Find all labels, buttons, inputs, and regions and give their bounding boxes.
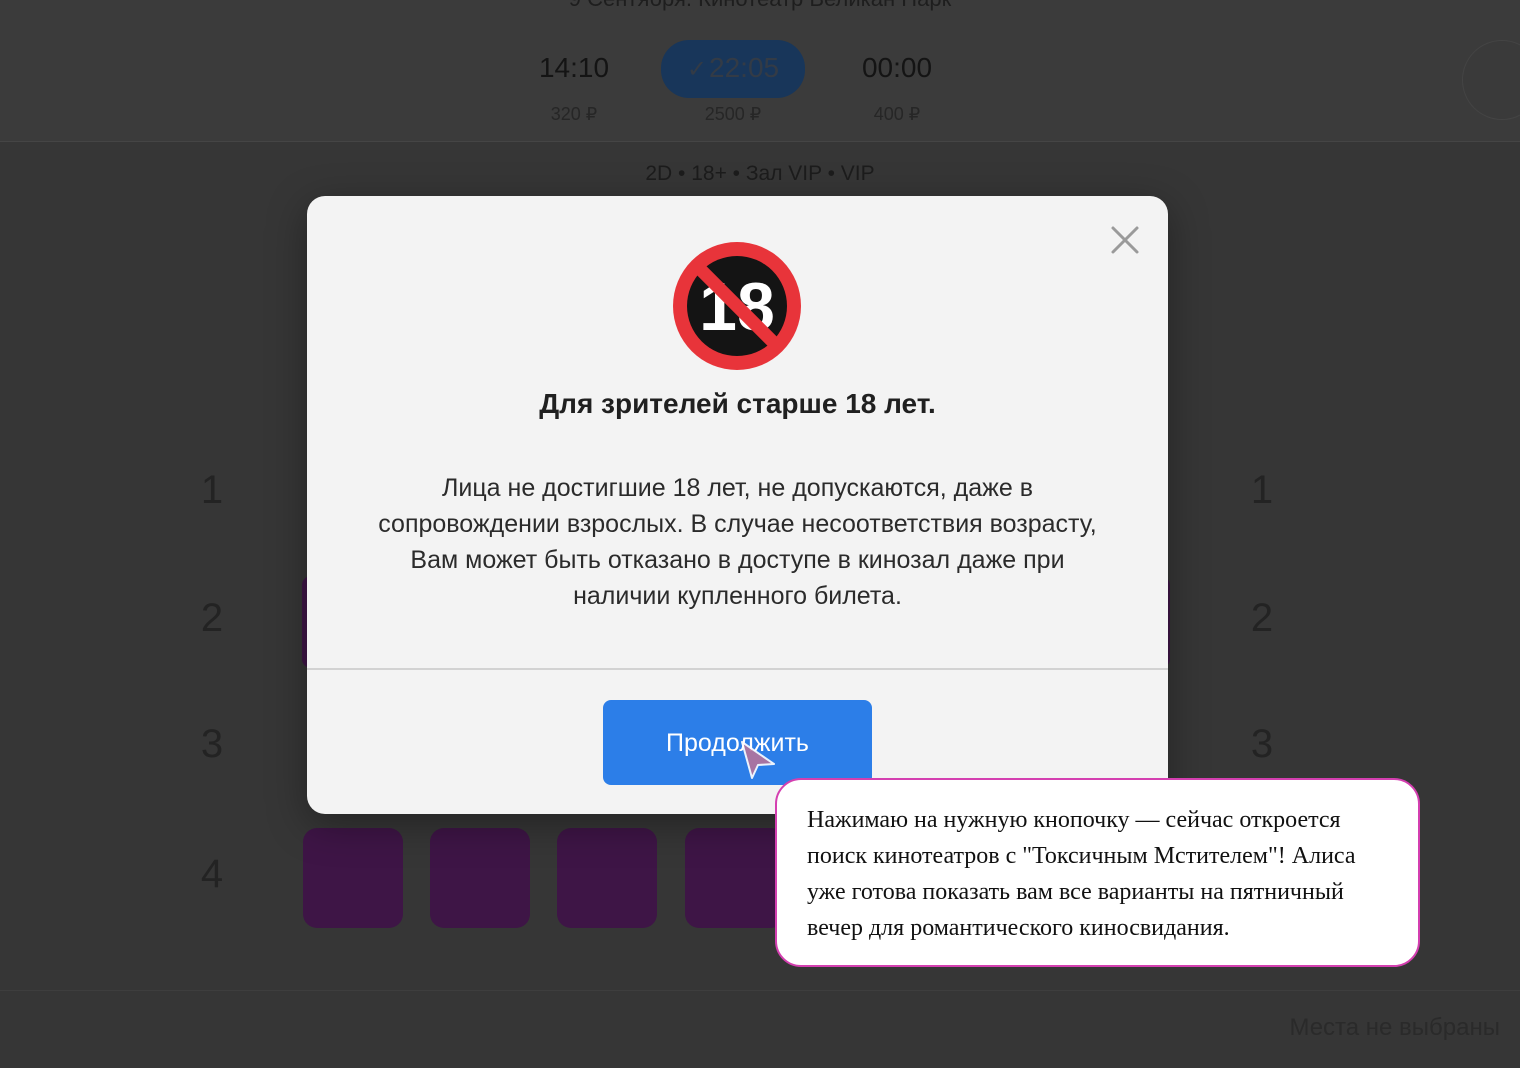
header-side-button[interactable] xyxy=(1462,40,1520,120)
row-number: 4 xyxy=(200,852,224,896)
age-restriction-modal: 18 Для зрителей старше 18 лет. Лица не д… xyxy=(307,196,1168,814)
seat[interactable] xyxy=(685,828,785,928)
close-icon[interactable] xyxy=(1107,222,1143,258)
mouse-cursor-icon xyxy=(738,738,778,782)
seat[interactable] xyxy=(430,828,530,928)
row-number: 2 xyxy=(1250,596,1274,640)
modal-title: Для зрителей старше 18 лет. xyxy=(539,388,936,419)
row-number: 1 xyxy=(1250,468,1274,512)
row-number: 2 xyxy=(200,596,224,640)
comment-bubble: Нажимаю на нужную кнопочку — сейчас откр… xyxy=(775,778,1420,967)
session-2205-selected[interactable]: ✓22:05 2500 ₽ xyxy=(661,40,805,124)
session-header: 9 Сентября. Кинотеатр Великан Парк 14:10… xyxy=(0,0,1520,142)
cinema-subtitle: 9 Сентября. Кинотеатр Великан Парк xyxy=(0,0,1520,12)
seat[interactable] xyxy=(557,828,657,928)
hall-info: 2D • 18+ • Зал VIP • VIP xyxy=(645,162,875,185)
session-price: 320 ₽ xyxy=(550,104,598,124)
session-0000[interactable]: 00:00 400 ₽ xyxy=(825,40,969,124)
seat[interactable] xyxy=(303,828,403,928)
session-1410[interactable]: 14:10 320 ₽ xyxy=(502,40,646,124)
modal-message: Лица не достигшие 18 лет, не допускаются… xyxy=(378,474,1097,610)
session-price: 400 ₽ xyxy=(873,104,921,124)
seats-status: Места не выбраны xyxy=(1289,1014,1500,1041)
session-price: 2500 ₽ xyxy=(704,104,762,124)
row-number: 1 xyxy=(200,468,224,512)
row-number: 3 xyxy=(1250,722,1274,766)
session-time: 00:00 xyxy=(861,52,933,83)
session-time: ✓22:05 xyxy=(661,40,805,98)
no-under-18-icon: 18 xyxy=(671,240,803,372)
modal-divider xyxy=(307,668,1168,670)
footer-divider xyxy=(0,990,1520,991)
row-number: 3 xyxy=(200,722,224,766)
check-icon: ✓ xyxy=(686,56,708,83)
session-time: 14:10 xyxy=(538,52,610,83)
